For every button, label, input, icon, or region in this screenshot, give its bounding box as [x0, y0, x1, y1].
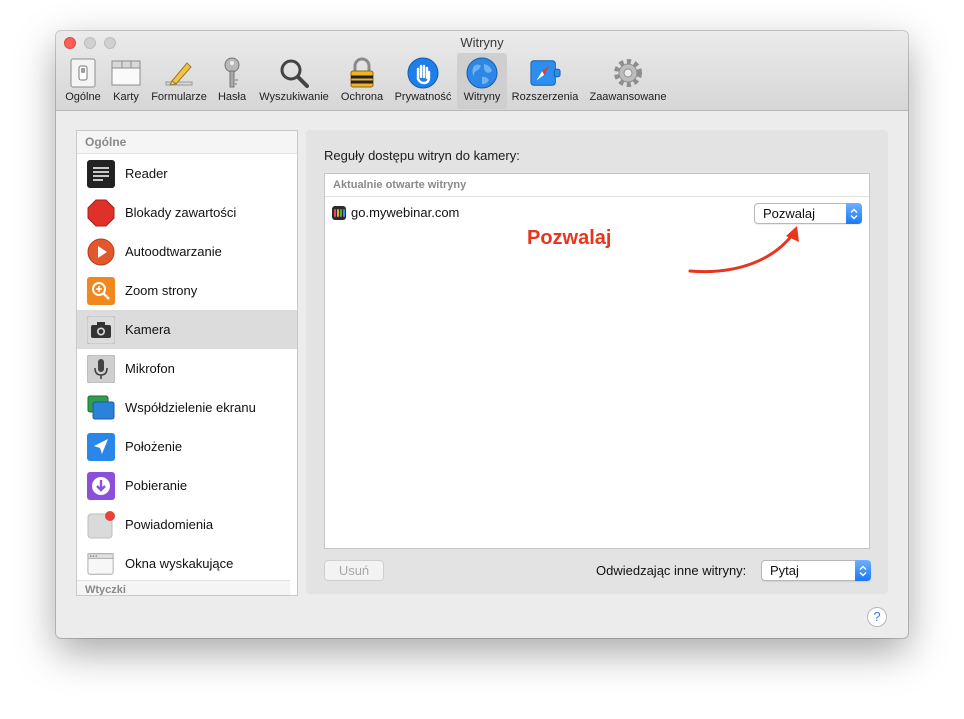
annotation-arrow-icon: [688, 226, 799, 274]
